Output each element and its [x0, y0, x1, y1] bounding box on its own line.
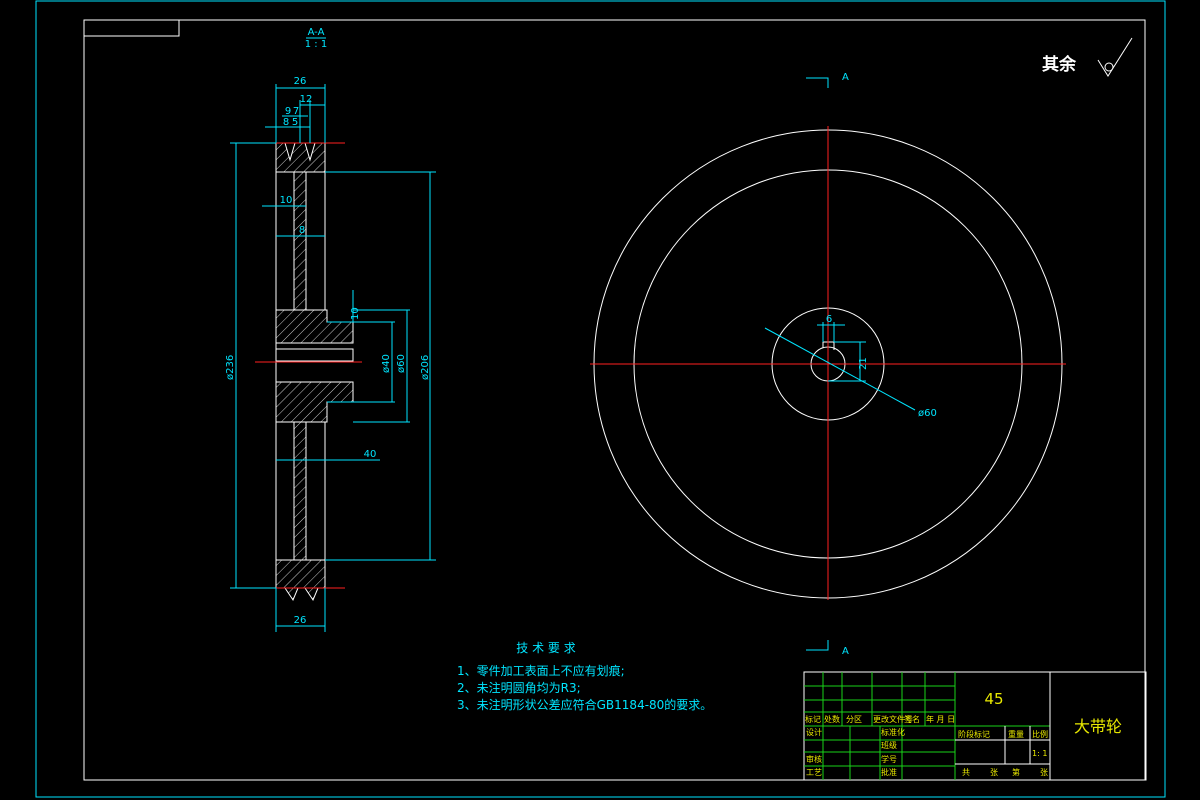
label-marker: 标记 — [805, 714, 821, 724]
dim-outer-dia: ø236 — [225, 355, 236, 380]
part-name: 大带轮 — [1074, 717, 1122, 736]
label-count: 处数 — [824, 714, 840, 724]
section-label: A-A — [308, 27, 325, 38]
label-stage: 阶段标记 — [958, 729, 990, 739]
label-class: 班级 — [881, 740, 897, 750]
title-block: 标记 处数 分区 更改文件号 签名 年 月 日 设计 标准化 审核 工艺 班级 … — [803, 671, 1147, 781]
side-section-view: 26 12 9 7 8 5 10 8 10 ø40 ø60 ø206 ø236 … — [225, 76, 436, 632]
dim-hub-dia: ø60 — [396, 354, 407, 373]
dim-hub-len: 40 — [364, 449, 377, 460]
label-weight: 重量 — [1008, 729, 1024, 739]
hub-upper — [275, 309, 354, 344]
label-sign: 签名 — [904, 714, 920, 724]
section-mark-bottom: A — [842, 646, 849, 657]
dim-key-width: 6 — [826, 314, 832, 325]
tech-req-item-3: 3、未注明形状公差应符合GB1184-80的要求。 — [457, 697, 712, 712]
dim-front-hub-dia: ø60 — [918, 408, 937, 419]
front-view: 6 21 ø60 A A — [590, 72, 1066, 657]
label-review: 审核 — [806, 754, 822, 764]
label-std: 标准化 — [881, 727, 905, 737]
cad-drawing-canvas: A-A 1 : 1 其余 26 12 9 7 8 5 10 8 10 ø40 ø… — [35, 0, 1166, 798]
label-design: 设计 — [806, 727, 822, 737]
dim-hub-step: 10 — [350, 307, 361, 320]
dim-g8: 8 — [283, 117, 289, 128]
dim-web-offset: 8 — [299, 225, 305, 236]
rim-bottom — [275, 559, 326, 602]
dim-g7: 7 — [293, 106, 299, 117]
roughness-symbol-icon — [1097, 37, 1133, 77]
rim-top — [275, 142, 326, 173]
dim-width-bottom: 26 — [294, 615, 307, 626]
section-scale: 1 : 1 — [305, 39, 327, 50]
dim-pitch-dia: ø206 — [420, 355, 431, 380]
tech-req-title: 技 术 要 求 — [516, 641, 575, 655]
web-lower — [293, 421, 307, 561]
label-craft: 工艺 — [806, 768, 822, 777]
dim-web-thick: 10 — [280, 195, 293, 206]
tech-req-item-1: 1、零件加工表面上不应有划痕; — [457, 663, 625, 678]
label-zone: 分区 — [846, 715, 862, 724]
label-sheet: 张 — [990, 768, 998, 777]
section-mark-top: A — [842, 72, 849, 83]
label-sheet2: 张 — [1040, 768, 1048, 777]
label-date: 年 月 日 — [926, 714, 955, 724]
corner-label-box — [83, 19, 180, 37]
dim-bore: ø40 — [381, 354, 392, 373]
dim-width-top: 26 — [294, 76, 307, 87]
dim-key-depth: 21 — [858, 357, 869, 370]
tech-requirements: 技 术 要 求 1、零件加工表面上不应有划痕; 2、未注明圆角均为R3; 3、未… — [457, 641, 712, 712]
material: 45 — [984, 690, 1003, 708]
label-approve: 批准 — [881, 767, 897, 777]
label-ratio: 比例 — [1032, 729, 1048, 739]
label-nth: 第 — [1012, 767, 1020, 777]
dim-g9: 9 — [285, 106, 291, 117]
label-total: 共 — [962, 768, 970, 777]
roughness-label: 其余 — [1042, 54, 1077, 75]
dim-g5: 5 — [292, 117, 298, 128]
web-upper — [293, 171, 307, 311]
tech-req-item-2: 2、未注明圆角均为R3; — [457, 680, 581, 695]
title-scale: 1: 1 — [1032, 749, 1047, 758]
label-student-no: 学号 — [881, 754, 897, 764]
